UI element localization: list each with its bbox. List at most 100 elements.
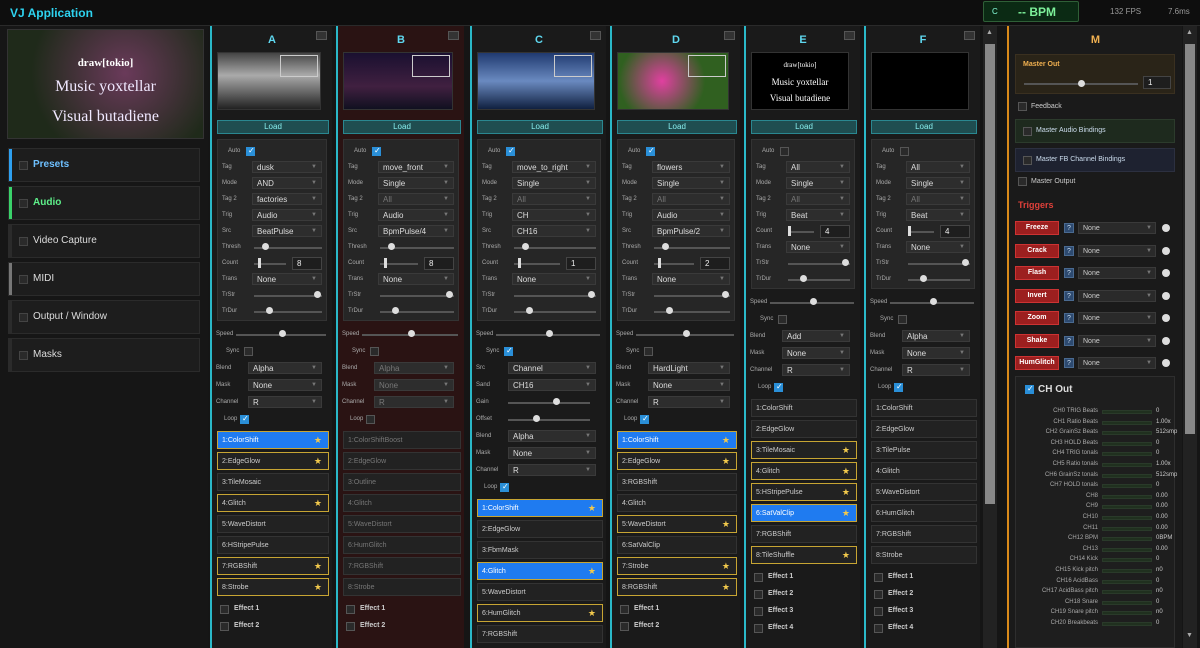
- sand-select[interactable]: CH16: [508, 379, 596, 391]
- load-button[interactable]: Load: [751, 120, 857, 134]
- effect-slot[interactable]: 6:SatValClip ★: [751, 504, 857, 522]
- load-button[interactable]: Load: [343, 120, 461, 134]
- master-fb-bindings[interactable]: Master FB Channel Bindings: [1015, 148, 1175, 172]
- channel-select[interactable]: R: [782, 364, 850, 376]
- effect-slot[interactable]: 6:HumGlitch: [871, 504, 977, 522]
- effect-slot[interactable]: 7:RGBShift: [751, 525, 857, 543]
- star-icon[interactable]: ★: [842, 442, 850, 459]
- trig-select[interactable]: Audio: [378, 209, 454, 221]
- extra-effect-checkbox[interactable]: [620, 605, 629, 614]
- trdur-knob[interactable]: [526, 307, 533, 314]
- left-item-checkbox[interactable]: [19, 199, 28, 208]
- trigger-button-crack[interactable]: Crack: [1015, 243, 1059, 258]
- effect-slot[interactable]: 2:EdgeGlow: [751, 420, 857, 438]
- star-icon[interactable]: ★: [314, 453, 322, 470]
- trans-select[interactable]: None: [378, 273, 454, 285]
- src-select[interactable]: BpmPulse/2: [652, 225, 730, 237]
- mask-select[interactable]: None: [648, 379, 730, 391]
- trdur-knob[interactable]: [800, 275, 807, 282]
- left-item-checkbox[interactable]: [19, 313, 28, 322]
- thresh-knob[interactable]: [388, 243, 395, 250]
- count-value[interactable]: 4: [820, 225, 850, 238]
- count-knob[interactable]: [908, 226, 911, 236]
- effect-slot[interactable]: 2:EdgeGlow ★: [617, 452, 737, 470]
- tag2-select[interactable]: factories: [252, 193, 322, 205]
- master-out-knob[interactable]: [1078, 80, 1085, 87]
- star-icon[interactable]: ★: [842, 547, 850, 564]
- master-fb-bindings-checkbox[interactable]: [1023, 156, 1032, 165]
- mask-select[interactable]: None: [782, 347, 850, 359]
- left-item-5[interactable]: Masks: [8, 338, 200, 372]
- trdur-slider[interactable]: [908, 279, 970, 281]
- help-icon[interactable]: ?: [1064, 245, 1074, 256]
- effect-slot[interactable]: 6:HumGlitch: [343, 536, 461, 554]
- load-button[interactable]: Load: [477, 120, 603, 134]
- src-select[interactable]: BeatPulse: [252, 225, 322, 237]
- channel-select[interactable]: R: [902, 364, 970, 376]
- effect-slot[interactable]: 1:ColorShift: [871, 399, 977, 417]
- trigger-knob[interactable]: [1162, 336, 1170, 345]
- effect-slot[interactable]: 4:Glitch: [343, 494, 461, 512]
- left-item-checkbox[interactable]: [19, 351, 28, 360]
- trigger-knob[interactable]: [1162, 269, 1170, 277]
- count-knob[interactable]: [384, 258, 387, 268]
- master-scrollbar[interactable]: ▲ ▼: [1183, 26, 1197, 648]
- speed-knob[interactable]: [810, 298, 817, 305]
- left-item-checkbox[interactable]: [19, 237, 28, 246]
- effect-slot[interactable]: 8:Strobe ★: [217, 578, 329, 596]
- effect-slot[interactable]: 8:Strobe: [871, 546, 977, 564]
- channel-select[interactable]: R: [648, 396, 730, 408]
- effect-slot[interactable]: 8:TileShuffle ★: [751, 546, 857, 564]
- layer-thumbnail[interactable]: draw[tokio] Music yoxtellar Visual butad…: [751, 52, 849, 110]
- effect-slot[interactable]: 3:TileMosaic: [217, 473, 329, 491]
- effect-slot[interactable]: 3:TileMosaic ★: [751, 441, 857, 459]
- extra-effect-checkbox[interactable]: [874, 573, 883, 582]
- blend-select[interactable]: Alpha: [248, 362, 322, 374]
- trstr-slider[interactable]: [788, 263, 850, 265]
- extra-effect-checkbox[interactable]: [346, 622, 355, 631]
- sync-checkbox[interactable]: [778, 315, 787, 324]
- mode-select[interactable]: Single: [512, 177, 596, 189]
- trans-select[interactable]: None: [652, 273, 730, 285]
- tag-select[interactable]: move_front: [378, 161, 454, 173]
- help-icon[interactable]: ?: [1064, 268, 1074, 278]
- effect-slot[interactable]: 7:RGBShift: [871, 525, 977, 543]
- effect-slot[interactable]: 6:HumGlitch ★: [477, 604, 603, 622]
- effect-slot[interactable]: 7:RGBShift: [343, 557, 461, 575]
- trigger-knob[interactable]: [1162, 224, 1170, 232]
- channel-select[interactable]: R: [248, 396, 322, 408]
- effect-slot[interactable]: 5:WaveDistort ★: [617, 515, 737, 533]
- columns-scrollbar[interactable]: ▲: [983, 26, 997, 648]
- star-icon[interactable]: ★: [314, 579, 322, 596]
- bpm-display[interactable]: C -- BPM: [983, 1, 1079, 22]
- trstr-slider[interactable]: [654, 295, 730, 297]
- trstr-slider[interactable]: [380, 295, 454, 297]
- help-icon[interactable]: ?: [1064, 358, 1074, 368]
- effect-slot[interactable]: 3:RGBShift: [617, 473, 737, 491]
- layer-thumbnail[interactable]: [343, 52, 453, 110]
- trigger-button-invert[interactable]: Invert: [1015, 288, 1059, 303]
- count-knob[interactable]: [658, 258, 661, 268]
- count-value[interactable]: 8: [292, 257, 322, 270]
- tag2-select[interactable]: All: [786, 193, 850, 205]
- extra-effect-checkbox[interactable]: [754, 573, 763, 582]
- trigger-source-select[interactable]: None: [1078, 267, 1156, 279]
- count-value[interactable]: 4: [940, 225, 970, 238]
- help-icon[interactable]: ?: [1064, 313, 1074, 323]
- help-icon[interactable]: ?: [1064, 223, 1074, 233]
- channel-select[interactable]: R: [508, 464, 596, 476]
- effect-slot[interactable]: 1:ColorShiftBoost: [343, 431, 461, 449]
- trans-select[interactable]: None: [512, 273, 596, 285]
- help-icon[interactable]: ?: [1064, 335, 1074, 346]
- trigger-button-flash[interactable]: Flash: [1015, 266, 1059, 280]
- effect-slot[interactable]: 1:ColorShift ★: [217, 431, 329, 449]
- trigger-knob[interactable]: [1162, 359, 1170, 367]
- extra-effect-checkbox[interactable]: [346, 605, 355, 614]
- extra-effect-checkbox[interactable]: [754, 590, 763, 599]
- star-icon[interactable]: ★: [842, 505, 850, 522]
- trig-select[interactable]: Beat: [906, 209, 970, 221]
- trdur-knob[interactable]: [920, 275, 927, 282]
- tag2-select[interactable]: All: [652, 193, 730, 205]
- layer-thumbnail[interactable]: [871, 52, 969, 110]
- trig-select[interactable]: Audio: [252, 209, 322, 221]
